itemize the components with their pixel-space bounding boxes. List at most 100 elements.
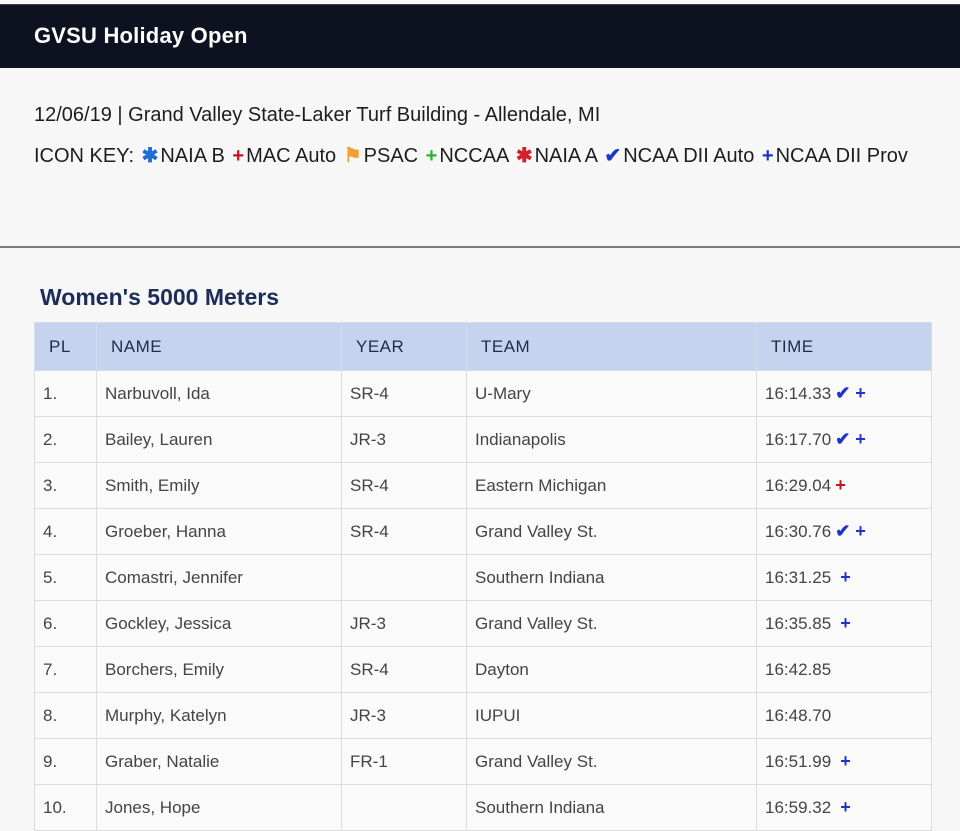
cell-team[interactable]: Eastern Michigan bbox=[466, 462, 757, 509]
cell-team[interactable]: Dayton bbox=[466, 646, 757, 693]
cell-team[interactable]: Grand Valley St. bbox=[466, 738, 757, 785]
name-text: Smith, Emily bbox=[105, 475, 200, 495]
cell-pl: 7. bbox=[34, 646, 97, 693]
year-text: JR-3 bbox=[350, 613, 386, 633]
cell-name[interactable]: Groeber, Hanna bbox=[96, 508, 342, 555]
cell-name[interactable]: Jones, Hope bbox=[96, 784, 342, 831]
year-text: SR-4 bbox=[350, 475, 389, 495]
cell-year: JR-3 bbox=[341, 692, 467, 739]
cell-year: JR-3 bbox=[341, 416, 467, 463]
ncaa-dii-auto-check-icon: ✔ bbox=[835, 521, 851, 541]
icon-key-label-item: NCAA DII Auto bbox=[623, 145, 755, 167]
table-header-row: PL NAME YEAR TEAM TIME bbox=[34, 322, 932, 371]
header-year[interactable]: YEAR bbox=[341, 322, 467, 371]
team-text: Grand Valley St. bbox=[475, 613, 598, 633]
ncaa-dii-auto-check-icon: ✔ bbox=[835, 383, 851, 403]
pl-text: 2. bbox=[43, 429, 58, 449]
table-row: 8. Murphy, Katelyn JR-3 IUPUI 16:48.70 bbox=[34, 692, 932, 739]
table-row: 6. Gockley, Jessica JR-3 Grand Valley St. 16… bbox=[34, 600, 932, 647]
cell-pl: 10. bbox=[34, 784, 97, 831]
header-name[interactable]: NAME bbox=[96, 322, 342, 371]
cell-year bbox=[341, 784, 467, 831]
cell-name[interactable]: Gockley, Jessica bbox=[96, 600, 342, 647]
cell-year: SR-4 bbox=[341, 508, 467, 555]
meet-info-panel: 12/06/19 | Grand Valley State-Laker Turf… bbox=[0, 68, 960, 248]
cell-time: 16:42.85 bbox=[756, 646, 932, 693]
icon-key-symbol-icon: ✱ bbox=[515, 145, 533, 167]
table-row: 10. Jones, Hope Southern Indiana 16:59.32 + bbox=[34, 784, 932, 831]
header-team[interactable]: TEAM bbox=[466, 322, 757, 371]
icon-key-symbol-icon: ✔ bbox=[604, 145, 622, 167]
icon-key-symbol-icon: + bbox=[761, 145, 774, 167]
cell-name[interactable]: Bailey, Lauren bbox=[96, 416, 342, 463]
cell-name[interactable]: Narbuvoll, Ida bbox=[96, 370, 342, 417]
cell-time: 16:59.32 + bbox=[756, 784, 932, 831]
pl-text: 9. bbox=[43, 751, 58, 771]
header-bar: GVSU Holiday Open bbox=[0, 4, 960, 68]
icon-key-label-item: NCCAA bbox=[439, 145, 509, 167]
cell-year: JR-3 bbox=[341, 600, 467, 647]
cell-time: 16:17.70 ✔ + bbox=[756, 416, 932, 463]
icon-key-symbol-icon: ⚑ bbox=[343, 145, 362, 167]
table-row: 9. Graber, Natalie FR-1 Grand Valley St. 16:… bbox=[34, 738, 932, 785]
pl-text: 6. bbox=[43, 613, 58, 633]
year-text: JR-3 bbox=[350, 429, 386, 449]
cell-year bbox=[341, 554, 467, 601]
icon-key-symbol-icon: + bbox=[232, 145, 245, 167]
cell-pl: 4. bbox=[34, 508, 97, 555]
cell-pl: 8. bbox=[34, 692, 97, 739]
icon-key-label-item: NAIA B bbox=[160, 145, 225, 167]
table-row: 1. Narbuvoll, Ida SR-4 U-Mary 16:14.33 ✔ + bbox=[34, 370, 932, 417]
cell-team[interactable]: U-Mary bbox=[466, 370, 757, 417]
cell-team[interactable]: IUPUI bbox=[466, 692, 757, 739]
cell-pl: 9. bbox=[34, 738, 97, 785]
year-text: FR-1 bbox=[350, 751, 388, 771]
cell-name[interactable]: Borchers, Emily bbox=[96, 646, 342, 693]
pl-text: 4. bbox=[43, 521, 58, 541]
cell-time: 16:14.33 ✔ + bbox=[756, 370, 932, 417]
ncaa-dii-prov-plus-icon: + bbox=[835, 797, 851, 817]
name-text: Borchers, Emily bbox=[105, 659, 225, 679]
table-row: 7. Borchers, Emily SR-4 Dayton 16:42.85 bbox=[34, 646, 932, 693]
icon-key-label-item: PSAC bbox=[363, 145, 419, 167]
time-text: 16:59.32 bbox=[765, 798, 832, 817]
cell-team[interactable]: Indianapolis bbox=[466, 416, 757, 463]
cell-year: SR-4 bbox=[341, 646, 467, 693]
time-text: 16:35.85 bbox=[765, 614, 832, 633]
name-text: Gockley, Jessica bbox=[105, 613, 232, 633]
ncaa-dii-prov-plus-icon: + bbox=[850, 383, 866, 403]
cell-year: FR-1 bbox=[341, 738, 467, 785]
ncaa-dii-prov-plus-icon: + bbox=[835, 751, 851, 771]
cell-time: 16:30.76 ✔ + bbox=[756, 508, 932, 555]
icon-key: ICON KEY: ✱ NAIA B + MAC Auto ⚑ PSAC + NCCAA… bbox=[34, 139, 934, 174]
cell-pl: 1. bbox=[34, 370, 97, 417]
pl-text: 3. bbox=[43, 475, 58, 495]
time-text: 16:29.04 bbox=[765, 476, 832, 495]
cell-team[interactable]: Grand Valley St. bbox=[466, 600, 757, 647]
name-text: Comastri, Jennifer bbox=[105, 567, 243, 587]
name-text: Jones, Hope bbox=[105, 797, 201, 817]
header-time[interactable]: TIME bbox=[756, 322, 932, 371]
cell-name[interactable]: Graber, Natalie bbox=[96, 738, 342, 785]
cell-team[interactable]: Southern Indiana bbox=[466, 554, 757, 601]
year-text: SR-4 bbox=[350, 659, 389, 679]
cell-pl: 3. bbox=[34, 462, 97, 509]
cell-year: SR-4 bbox=[341, 462, 467, 509]
pl-text: 1. bbox=[43, 383, 58, 403]
cell-team[interactable]: Southern Indiana bbox=[466, 784, 757, 831]
cell-name[interactable]: Smith, Emily bbox=[96, 462, 342, 509]
cell-team[interactable]: Grand Valley St. bbox=[466, 508, 757, 555]
icon-key-label-item: NAIA A bbox=[534, 145, 597, 167]
cell-pl: 5. bbox=[34, 554, 97, 601]
pl-text: 7. bbox=[43, 659, 58, 679]
team-text: U-Mary bbox=[475, 383, 531, 403]
time-text: 16:42.85 bbox=[765, 659, 832, 679]
icon-key-symbol-icon: ✱ bbox=[141, 145, 159, 167]
time-text: 16:51.99 bbox=[765, 752, 832, 771]
cell-time: 16:51.99 + bbox=[756, 738, 932, 785]
name-text: Narbuvoll, Ida bbox=[105, 383, 210, 403]
cell-name[interactable]: Comastri, Jennifer bbox=[96, 554, 342, 601]
cell-time: 16:35.85 + bbox=[756, 600, 932, 647]
cell-name[interactable]: Murphy, Katelyn bbox=[96, 692, 342, 739]
header-pl[interactable]: PL bbox=[34, 322, 97, 371]
